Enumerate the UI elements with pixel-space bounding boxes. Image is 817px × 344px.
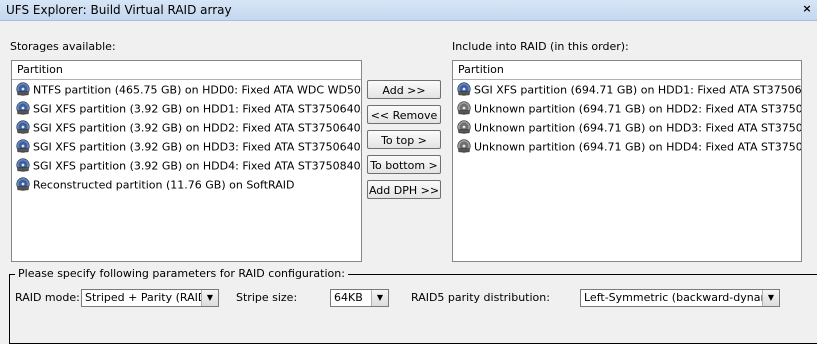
parity-distribution-value: Left-Symmetric (backward-dynamic) — [584, 291, 780, 304]
chevron-down-icon[interactable]: ▼ — [762, 290, 779, 306]
storages-available-label: Storages available: — [10, 40, 116, 53]
list-item-label: SGI XFS partition (3.92 GB) on HDD3: Fix… — [33, 140, 361, 154]
add-button[interactable]: Add >> — [367, 80, 441, 99]
raid-mode-value: Striped + Parity (RAID 5 — [85, 291, 217, 304]
stripe-size-select[interactable]: 64KB ▼ — [330, 289, 389, 307]
stripe-size-label: Stripe size: — [236, 291, 298, 304]
available-storages-list[interactable]: Partition NTFS partition (465.75 GB) on … — [11, 60, 362, 262]
list-item[interactable]: SGI XFS partition (3.92 GB) on HDD2: Fix… — [12, 118, 361, 137]
list-item-label: SGI XFS partition (3.92 GB) on HDD1: Fix… — [33, 102, 361, 116]
raid-parameters-group — [9, 274, 817, 344]
list-item[interactable]: SGI XFS partition (3.92 GB) on HDD4: Fix… — [12, 156, 361, 175]
parity-distribution-select[interactable]: Left-Symmetric (backward-dynamic) ▼ — [580, 289, 780, 307]
disk-icon — [16, 139, 30, 153]
list-item[interactable]: Unknown partition (694.71 GB) on HDD2: F… — [453, 99, 801, 118]
disk-icon — [16, 82, 30, 96]
disk-icon — [16, 177, 30, 191]
list-item-label: Unknown partition (694.71 GB) on HDD2: F… — [474, 102, 801, 116]
raid-members-list[interactable]: Partition SGI XFS partition (694.71 GB) … — [452, 60, 802, 262]
list-item[interactable]: Reconstructed partition (11.76 GB) on So… — [12, 175, 361, 194]
disk-icon — [16, 101, 30, 115]
window-title: UFS Explorer: Build Virtual RAID array — [6, 3, 232, 17]
title-bar: UFS Explorer: Build Virtual RAID array × — [0, 0, 817, 21]
list-item-label: Unknown partition (694.71 GB) on HDD4: F… — [474, 140, 801, 154]
add-dph-button[interactable]: Add DPH >> — [367, 180, 441, 199]
right-column-header[interactable]: Partition — [453, 61, 801, 80]
list-item-label: SGI XFS partition (3.92 GB) on HDD2: Fix… — [33, 121, 361, 135]
list-item[interactable]: NTFS partition (465.75 GB) on HDD0: Fixe… — [12, 80, 361, 99]
list-item-label: NTFS partition (465.75 GB) on HDD0: Fixe… — [33, 83, 361, 97]
disk-gray-icon — [457, 139, 471, 153]
list-item-label: Reconstructed partition (11.76 GB) on So… — [33, 178, 295, 192]
list-item[interactable]: SGI XFS partition (3.92 GB) on HDD1: Fix… — [12, 99, 361, 118]
chevron-down-icon[interactable]: ▼ — [201, 290, 218, 306]
list-item-label: Unknown partition (694.71 GB) on HDD3: F… — [474, 121, 801, 135]
list-item[interactable]: Unknown partition (694.71 GB) on HDD4: F… — [453, 137, 801, 156]
disk-icon — [16, 120, 30, 134]
raid-mode-label: RAID mode: — [15, 291, 80, 304]
raid-parameters-label: Please specify following parameters for … — [15, 267, 348, 280]
list-item-label: SGI XFS partition (3.92 GB) on HDD4: Fix… — [33, 159, 361, 173]
include-into-raid-label: Include into RAID (in this order): — [452, 40, 629, 53]
disk-icon — [16, 158, 30, 172]
to-top-button[interactable]: To top > — [367, 130, 441, 149]
close-button[interactable]: × — [799, 1, 815, 17]
stripe-size-value: 64KB — [334, 291, 363, 304]
disk-gray-icon — [457, 120, 471, 134]
list-item[interactable]: Unknown partition (694.71 GB) on HDD3: F… — [453, 118, 801, 137]
list-item[interactable]: SGI XFS partition (3.92 GB) on HDD3: Fix… — [12, 137, 361, 156]
left-column-header[interactable]: Partition — [12, 61, 361, 80]
list-item-label: SGI XFS partition (694.71 GB) on HDD1: F… — [474, 83, 801, 97]
raid-mode-select[interactable]: Striped + Parity (RAID 5 ▼ — [81, 289, 219, 307]
chevron-down-icon[interactable]: ▼ — [371, 290, 388, 306]
disk-gray-icon — [457, 101, 471, 115]
disk-icon — [457, 82, 471, 96]
list-item[interactable]: SGI XFS partition (694.71 GB) on HDD1: F… — [453, 80, 801, 99]
remove-button[interactable]: << Remove — [367, 105, 441, 124]
parity-distribution-label: RAID5 parity distribution: — [411, 291, 550, 304]
to-bottom-button[interactable]: To bottom > — [367, 155, 441, 174]
